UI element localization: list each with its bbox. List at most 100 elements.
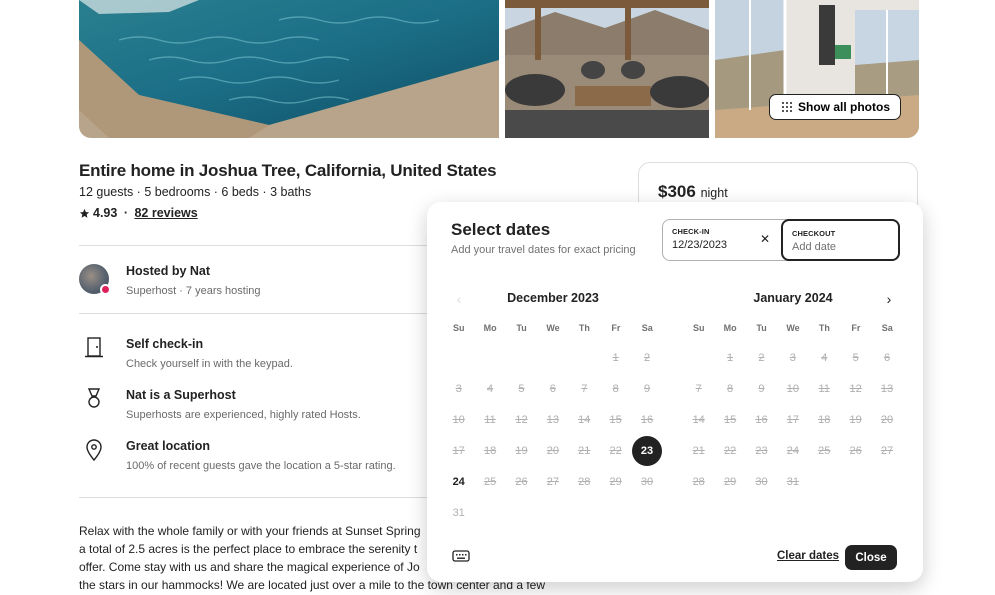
calendar-day: 14	[578, 413, 591, 426]
calendar-day: 2	[643, 351, 651, 364]
checkin-value: 12/23/2023	[672, 239, 728, 251]
host-section: Hosted by Nat Superhost · 7 years hostin…	[79, 262, 261, 297]
calendar-day: 10	[786, 382, 799, 395]
calendar-day: 6	[883, 351, 891, 364]
price-unit: night	[700, 186, 728, 200]
calendar-day: 1	[727, 351, 734, 364]
calendar-day: 5	[852, 351, 859, 364]
calendar-day: 25	[818, 444, 831, 457]
calendar-day: 21	[692, 444, 705, 457]
calendar-day: 30	[640, 475, 654, 488]
calendar-day: 12	[515, 413, 528, 426]
calendar-day: 7	[581, 382, 588, 395]
keyboard-icon[interactable]	[452, 549, 470, 563]
calendar-day: 6	[549, 382, 556, 395]
weekday-label: Mo	[723, 323, 737, 333]
host-name: Hosted by Nat	[126, 264, 211, 278]
month-title: January 2024	[753, 291, 833, 305]
clear-checkin-icon[interactable]: ✕	[760, 232, 770, 246]
star-icon	[79, 208, 90, 218]
feature-great-location: Great location 100% of recent guests gav…	[79, 439, 396, 472]
calendar-day: 15	[723, 413, 737, 426]
close-button[interactable]: Close	[845, 545, 897, 570]
checkin-label: CHECK-IN	[672, 227, 710, 236]
calendar-day: 31	[786, 475, 799, 488]
feature-description: Check yourself in with the keypad.	[126, 358, 293, 370]
calendar-day: 29	[723, 475, 737, 488]
superhost-badge-icon	[100, 284, 111, 295]
photo-patio[interactable]	[505, 0, 709, 138]
calendar-day: 3	[789, 351, 796, 364]
rating-separator: ·	[120, 206, 132, 220]
calendar-day: 8	[727, 382, 734, 395]
calendar-day: 29	[609, 475, 622, 488]
calendar-day: 22	[609, 444, 622, 457]
nightly-price: $306 night	[658, 182, 728, 202]
feature-title: Self check-in	[126, 337, 204, 351]
checkout-field[interactable]: CHECKOUT Add date	[781, 219, 900, 261]
rating-value: 4.93	[93, 206, 118, 220]
host-detail: Superhost · 7 years hosting	[126, 285, 261, 297]
photo-gallery: Show all photos	[79, 0, 919, 138]
grid-dots-icon	[781, 101, 792, 113]
feature-title: Nat is a Superhost	[126, 388, 236, 402]
calendar-day: 26	[515, 475, 528, 488]
calendar-day: 5	[518, 382, 525, 395]
calendar-day: 30	[755, 475, 768, 488]
date-inputs: CHECK-IN 12/23/2023 ✕ CHECKOUT Add date	[662, 219, 900, 261]
calendar-day[interactable]: 24	[443, 466, 474, 497]
calendar-day: 15	[609, 413, 622, 426]
date-picker-popover: Select dates Add your travel dates for e…	[427, 202, 923, 582]
calendar-day: 12	[849, 382, 862, 395]
calendar-day[interactable]: 23	[631, 435, 663, 466]
divider	[79, 245, 439, 246]
host-avatar[interactable]	[79, 264, 111, 295]
month-title: December 2023	[507, 291, 599, 305]
calendar-day: 27	[880, 444, 894, 457]
feature-description: 100% of recent guests gave the location …	[126, 460, 396, 472]
calendar-day: 18	[818, 413, 831, 426]
calendar-day: 1	[612, 351, 619, 364]
show-all-photos-label: Show all photos	[798, 100, 890, 114]
photo-pool[interactable]	[79, 0, 499, 138]
picker-title: Select dates	[451, 220, 551, 239]
calendar-day: 16	[755, 413, 768, 426]
checkin-field[interactable]: CHECK-IN 12/23/2023 ✕	[663, 220, 782, 260]
calendar-day: 9	[758, 382, 765, 395]
medal-icon	[87, 388, 101, 408]
weekday-label: Th	[818, 323, 830, 333]
calendar-day: 28	[578, 475, 591, 488]
reviews-link[interactable]: 82 reviews	[134, 206, 197, 220]
calendar-day: 16	[640, 413, 654, 426]
calendar-day: 17	[786, 413, 799, 426]
location-pin-icon	[86, 439, 102, 461]
weekday-header: Su Mo Tu We Th Fr Sa	[683, 323, 903, 333]
month-grid-january: 1 2 3 4 5 6 7 8 9 10 11 12 13 14 15 16 17 18 19 20 21 22 23 24 2…	[683, 342, 903, 497]
month-grid-december: 1 2 3 4 5 6 7 8 9 10 11 12 13 14 15 16 17 18 19 20 21 22 23 24 2…	[443, 342, 663, 528]
calendar-day: 11	[818, 382, 830, 395]
listing-capacity: 12 guests · 5 bedrooms · 6 beds · 3 bath…	[79, 185, 312, 199]
weekday-label: Tu	[516, 323, 527, 333]
calendar-day: 20	[880, 413, 894, 426]
calendar-day: 11	[484, 413, 496, 426]
calendar-day: 9	[643, 382, 651, 395]
calendar-day: 21	[578, 444, 591, 457]
weekday-label: We	[546, 323, 560, 333]
calendar-day: 23	[755, 444, 768, 457]
calendar-day: 4	[487, 382, 494, 395]
weekday-header: Su Mo Tu We Th Fr Sa	[443, 323, 663, 333]
feature-description: Superhosts are experienced, highly rated…	[126, 409, 361, 421]
door-icon	[85, 337, 103, 358]
calendar-day: 8	[612, 382, 619, 395]
calendar-day: 19	[515, 444, 528, 457]
calendar-day: 22	[723, 444, 737, 457]
divider	[79, 497, 439, 498]
feature-self-check-in: Self check-in Check yourself in with the…	[79, 337, 293, 370]
feature-superhost: Nat is a Superhost Superhosts are experi…	[79, 388, 361, 421]
price-amount: $306	[658, 182, 696, 201]
calendar-day: 13	[880, 382, 894, 395]
calendar-day: 14	[692, 413, 705, 426]
show-all-photos-button[interactable]: Show all photos	[768, 94, 901, 120]
weekday-label: Fr	[851, 323, 861, 333]
clear-dates-link[interactable]: Clear dates	[777, 550, 839, 562]
